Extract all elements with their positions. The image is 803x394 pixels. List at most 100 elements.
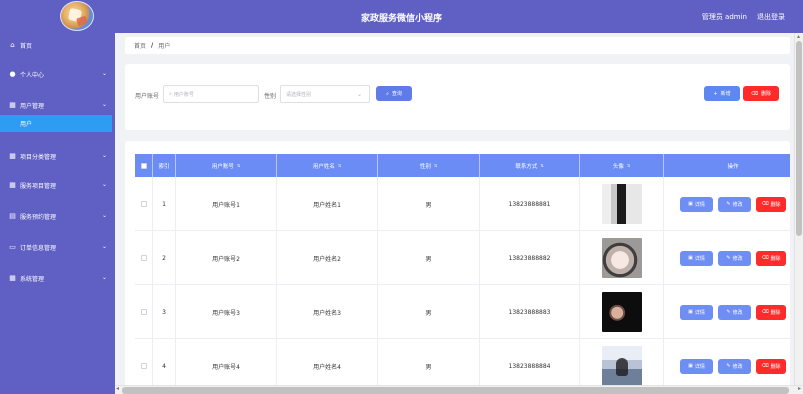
admin-label: 管理员 admin [701, 13, 747, 21]
account-cell: 用户账号1 [176, 177, 277, 231]
row-checkbox[interactable] [140, 363, 147, 369]
row-actions: ▣ 详情 ✎ 修改 ⌫ 删除 [680, 196, 786, 212]
account-header-label: 用户账号 [211, 163, 234, 170]
actions-cell: ▣ 详情 ✎ 修改 ⌫ 删除 [664, 231, 790, 285]
scroll-right-icon[interactable]: ▸ [798, 385, 801, 392]
account-placeholder: 用户账号 [173, 91, 194, 98]
avatar-cell [580, 231, 664, 285]
add-button[interactable]: + 新增 [704, 86, 740, 101]
trash-icon: ⌫ [761, 255, 769, 261]
edit-button-label: 修改 [732, 363, 743, 370]
gender-cell: 男 [378, 285, 480, 339]
query-button-label: 查询 [391, 91, 402, 97]
edit-icon: ✎ [726, 309, 731, 315]
grid-icon: ▦ [9, 100, 16, 109]
table-panel: 索引 用户账号 ⇅ 用户姓名 ⇅ 性别 ⇅ 联系方式 ⇅ 头像 ⇅ 操作 1 用户账号1 … [125, 141, 790, 394]
gender-cell: 男 [378, 231, 480, 285]
chevron-down-icon: ⌄ [356, 90, 362, 98]
list-icon: ▤ [9, 211, 16, 220]
account-header[interactable]: 用户账号 ⇅ [176, 154, 277, 177]
sidebar-item-appointments[interactable]: ▤ 服务预约管理 ⌄ [0, 207, 115, 225]
detail-button-label: 详情 [694, 201, 705, 208]
avatar-header[interactable]: 头像 ⇅ [580, 154, 664, 177]
vertical-scroll-thumb[interactable] [796, 41, 802, 236]
gender-label: 性别 [264, 93, 277, 100]
detail-button[interactable]: ▣ 详情 [680, 250, 713, 266]
sidebar-item-home[interactable]: ⌂ 首页 [0, 36, 115, 54]
home-icon: ⌂ [10, 40, 15, 49]
gender-cell: 男 [378, 177, 480, 231]
delete-row-label: 删除 [770, 309, 781, 316]
edit-button[interactable]: ✎ 修改 [718, 358, 751, 374]
edit-button[interactable]: ✎ 修改 [718, 250, 751, 266]
account-cell: 用户账号2 [176, 231, 277, 285]
detail-icon: ▣ [688, 363, 693, 369]
chevron-down-icon: ⌄ [101, 212, 107, 219]
sidebar-item-profile[interactable]: ● 个人中心 ⌄ [0, 65, 115, 83]
actions-cell: ▣ 详情 ✎ 修改 ⌫ 删除 [664, 177, 790, 231]
row-checkbox-cell[interactable] [135, 231, 153, 285]
sidebar-item-user-management[interactable]: ▦ 用户管理 ⌄ [0, 96, 115, 114]
app-logo [60, 1, 94, 31]
sidebar-item-label: 服务项目管理 [20, 182, 57, 190]
detail-button[interactable]: ▣ 详情 [680, 304, 713, 320]
horizontal-scroll-thumb[interactable] [122, 387, 789, 394]
detail-button[interactable]: ▣ 详情 [680, 358, 713, 374]
table-row: 3 用户账号3 用户姓名3 男 13823888883 ▣ 详情 ✎ 修改 ⌫ 删除 [135, 285, 790, 339]
chevron-down-icon: ⌄ [101, 181, 107, 188]
sidebar-item-services[interactable]: ▦ 服务项目管理 ⌄ [0, 176, 115, 194]
sidebar-item-orders[interactable]: ▭ 订单信息管理 ⌄ [0, 238, 115, 256]
row-checkbox[interactable] [140, 309, 147, 315]
name-cell: 用户姓名1 [277, 177, 378, 231]
actions-header-label: 操作 [727, 163, 739, 170]
sidebar: ⌂ 首页 ● 个人中心 ⌄ ▦ 用户管理 ⌄ 用户 ▦ 项目分类管理 ⌄ ▦ 服… [0, 33, 115, 394]
scroll-left-icon[interactable]: ◂ [116, 385, 119, 392]
row-actions: ▣ 详情 ✎ 修改 ⌫ 删除 [680, 304, 786, 320]
horizontal-scrollbar[interactable]: ◂ ▸ [115, 385, 803, 394]
top-right-actions: 管理员 admin 退出登录 [702, 12, 785, 22]
delete-row-button[interactable]: ⌫ 删除 [756, 196, 786, 212]
trash-icon: ⌫ [761, 363, 769, 369]
gender-header[interactable]: 性别 ⇅ [378, 154, 480, 177]
vertical-scrollbar[interactable]: ▴ ▾ [794, 33, 803, 394]
edit-button-label: 修改 [732, 201, 743, 208]
search-panel: 用户账号 ⌕ 用户账号 性别 请选择性别 ⌄ ⌕ 查询 + 新增 ⌫ 删除 [125, 64, 790, 130]
sidebar-item-category[interactable]: ▦ 项目分类管理 ⌄ [0, 147, 115, 165]
edit-button-label: 修改 [732, 255, 743, 262]
gender-placeholder: 请选择性别 [286, 91, 312, 98]
logout-link[interactable]: 退出登录 [757, 12, 785, 22]
row-checkbox-cell[interactable] [135, 177, 153, 231]
delete-row-button[interactable]: ⌫ 删除 [756, 304, 786, 320]
delete-row-button[interactable]: ⌫ 删除 [756, 358, 786, 374]
breadcrumb-home[interactable]: 首页 [134, 41, 146, 50]
sidebar-subitem-user[interactable]: 用户 [0, 115, 112, 132]
select-all-checkbox[interactable] [140, 162, 147, 169]
sidebar-item-label: 服务预约管理 [20, 213, 57, 221]
sidebar-item-label: 项目分类管理 [20, 153, 57, 161]
row-checkbox[interactable] [140, 255, 147, 261]
name-header[interactable]: 用户姓名 ⇅ [277, 154, 378, 177]
row-checkbox[interactable] [140, 201, 147, 207]
scroll-up-icon[interactable]: ▴ [797, 33, 800, 40]
sidebar-item-label: 订单信息管理 [20, 244, 57, 252]
search-icon: ⌕ [169, 91, 172, 97]
sort-icon: ⇅ [626, 163, 631, 168]
gender-select[interactable]: 请选择性别 ⌄ [280, 85, 370, 103]
sidebar-item-system[interactable]: ▦ 系统管理 ⌄ [0, 269, 115, 287]
edit-button[interactable]: ✎ 修改 [718, 196, 751, 212]
query-button[interactable]: ⌕ 查询 [376, 86, 412, 101]
phone-header[interactable]: 联系方式 ⇅ [480, 154, 580, 177]
row-checkbox-cell[interactable] [135, 285, 153, 339]
delete-row-button[interactable]: ⌫ 删除 [756, 250, 786, 266]
index-cell: 3 [153, 285, 176, 339]
phone-cell: 13823888882 [480, 231, 580, 285]
select-all-header[interactable] [135, 154, 153, 177]
sort-icon: ⇅ [236, 163, 241, 168]
detail-button[interactable]: ▣ 详情 [680, 196, 713, 212]
gender-header-label: 性别 [419, 163, 431, 170]
edit-button[interactable]: ✎ 修改 [718, 304, 751, 320]
sidebar-item-label: 系统管理 [20, 275, 45, 283]
chevron-down-icon: ⌄ [101, 70, 107, 77]
account-search-input[interactable]: ⌕ 用户账号 [163, 85, 259, 103]
delete-button[interactable]: ⌫ 删除 [743, 86, 779, 101]
